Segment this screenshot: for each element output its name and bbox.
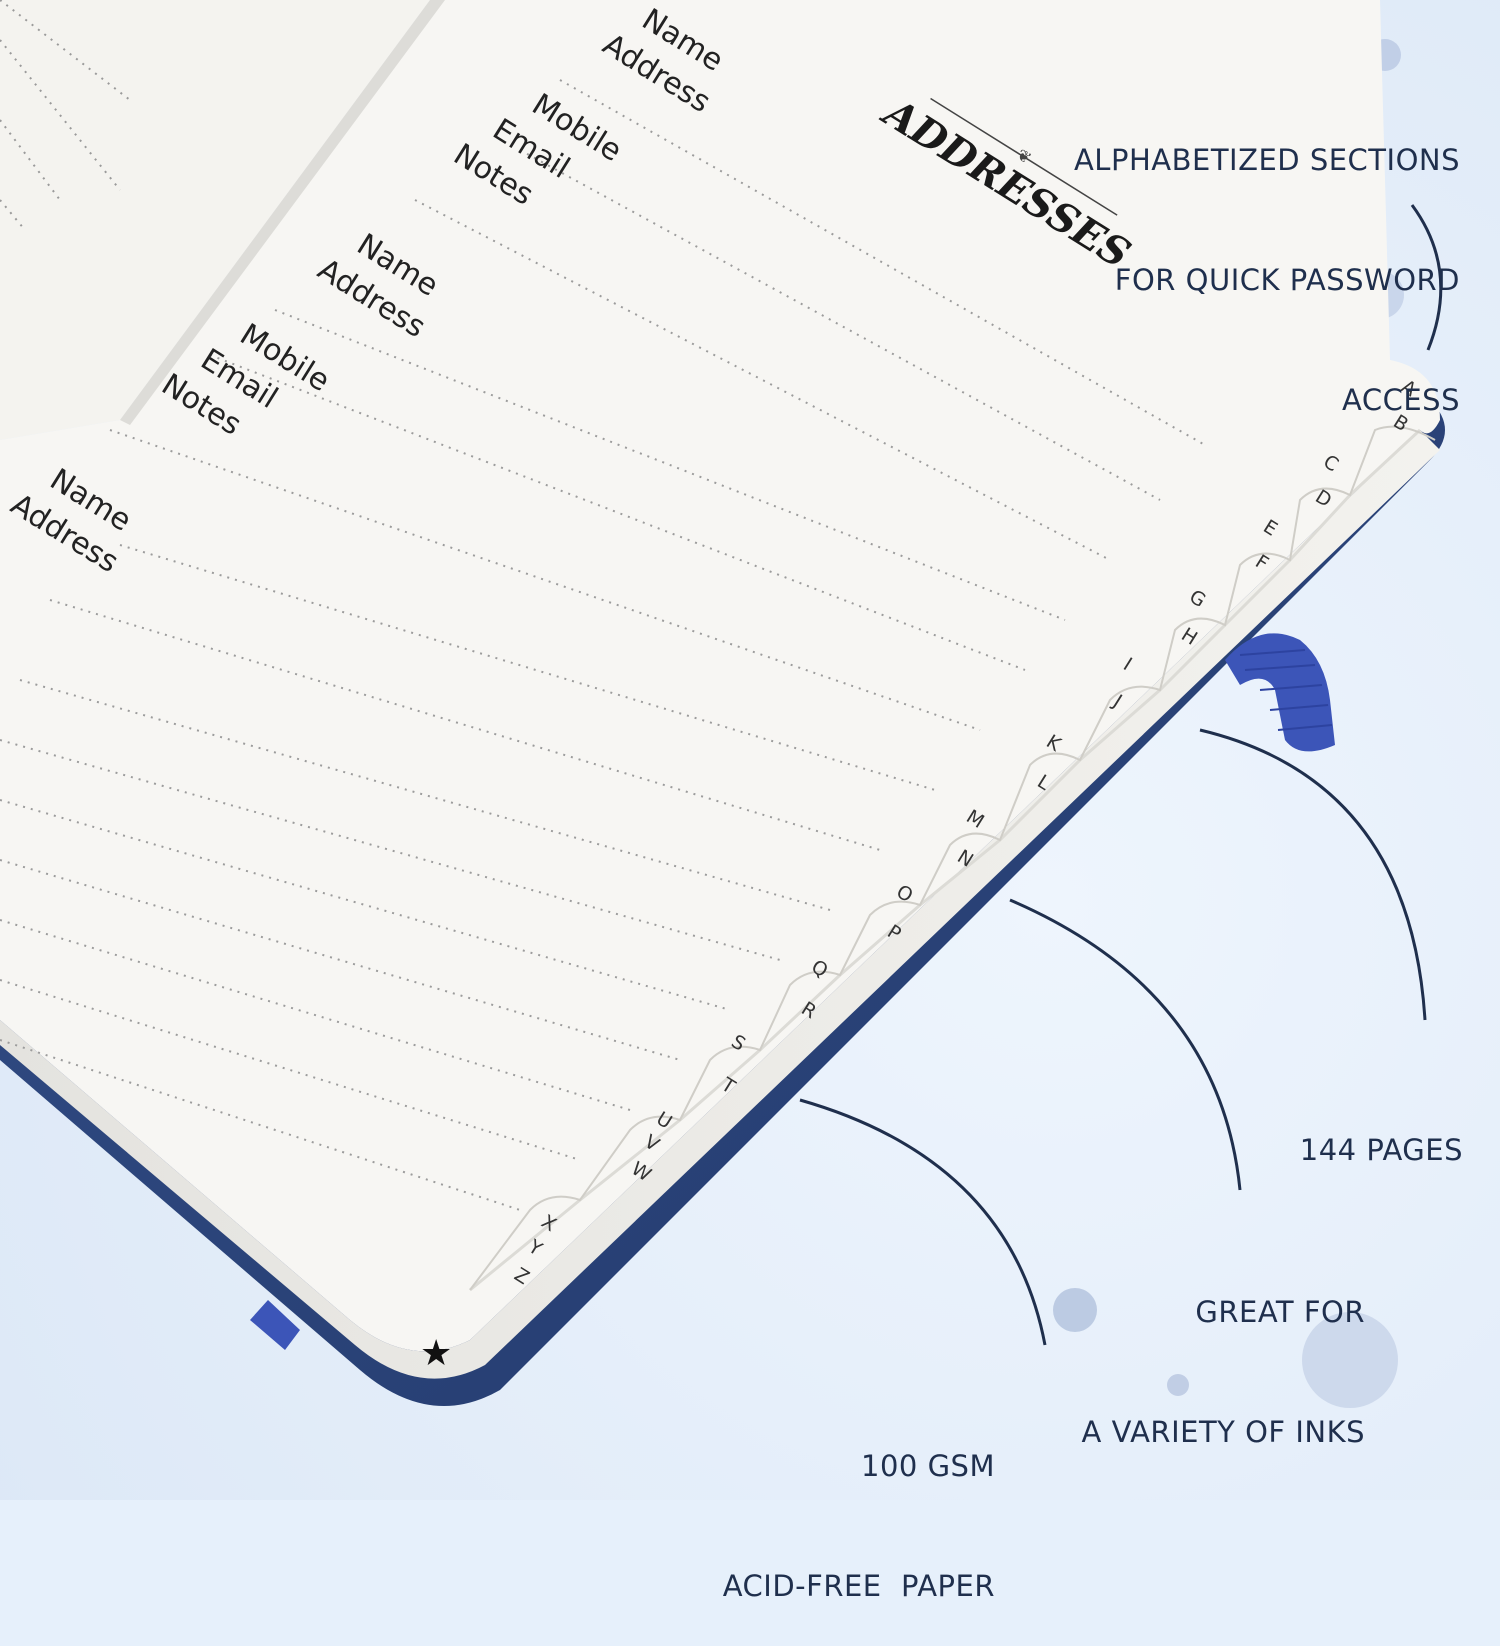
product-photo: ADDRESSES ❦ Name Address Mobile Email No… bbox=[0, 0, 1500, 1603]
callout-inks-line-1: GREAT FOR bbox=[1195, 1295, 1365, 1329]
callout-sections-line-1: ALPHABETIZED SECTIONS bbox=[1073, 143, 1460, 177]
callout-pages: 144 PAGES bbox=[1300, 1050, 1463, 1210]
star-icon[interactable]: ★ bbox=[420, 1333, 452, 1374]
callout-sections: ALPHABETIZED SECTIONS FOR QUICK PASSWORD… bbox=[1074, 60, 1460, 460]
callout-inks: GREAT FOR A VARIETY OF INKS bbox=[1082, 1212, 1365, 1492]
callout-sections-line-2: FOR QUICK PASSWORD bbox=[1114, 263, 1460, 297]
callout-sections-line-3: ACCESS bbox=[1342, 383, 1460, 417]
callout-paper-line-2: ACID-FREE PAPER bbox=[722, 1569, 995, 1603]
callout-inks-line-2: A VARIETY OF INKS bbox=[1081, 1415, 1365, 1449]
callout-pages-line-1: 144 PAGES bbox=[1299, 1133, 1463, 1167]
callout-paper: 100 GSM ACID-FREE PAPER bbox=[723, 1366, 995, 1646]
callout-paper-line-1: 100 GSM bbox=[861, 1449, 995, 1483]
